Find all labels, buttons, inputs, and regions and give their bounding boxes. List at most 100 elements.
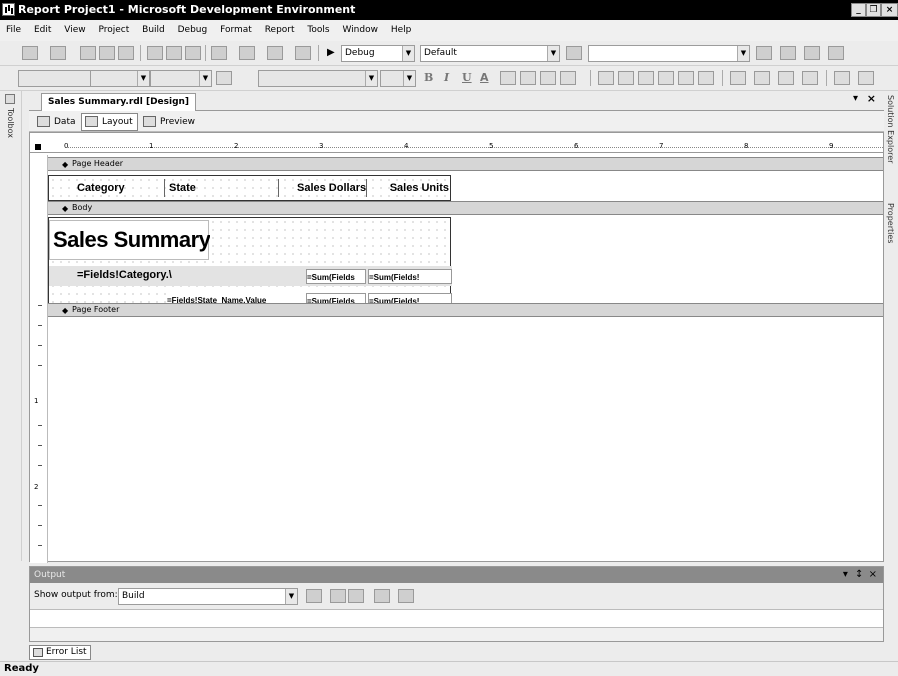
header-sales-dollars[interactable]: Sales Dollars [297,179,367,197]
add-item-icon[interactable] [50,46,66,60]
find-message-icon[interactable] [306,589,322,603]
start-debug-icon[interactable]: ▶ [327,47,335,58]
new-project-icon[interactable] [22,46,38,60]
clear-all-icon[interactable] [374,589,390,603]
open-file-icon[interactable] [80,46,96,60]
toolbox-tab[interactable]: Toolbox [6,108,15,138]
vertical-spacing-icon[interactable] [858,71,874,85]
header-category[interactable]: Category [77,179,165,197]
menu-edit[interactable]: Edit [29,20,56,41]
menu-view[interactable]: View [59,20,90,41]
font-select[interactable]: ▼ [90,70,150,87]
border-icon[interactable] [216,71,232,85]
tab-layout[interactable]: Layout [81,113,138,131]
paste-icon[interactable] [185,46,201,60]
right-panel-strip: Solution Explorer Properties [884,91,898,561]
make-same-width-icon[interactable] [730,71,746,85]
platform-select[interactable]: Default ▼ [420,45,560,62]
align-bottoms-icon[interactable] [698,71,714,85]
ruler-corner [35,144,41,150]
cut-icon[interactable] [147,46,163,60]
underline-button[interactable]: U [462,71,472,84]
align-lefts-icon[interactable] [598,71,614,85]
menu-project[interactable]: Project [93,20,134,41]
make-same-height-icon[interactable] [754,71,770,85]
category-field-cell[interactable]: =Fields!Category.\ [77,269,172,281]
window-position-icon[interactable]: ▾ [853,93,858,104]
error-list-tab[interactable]: Error List [29,645,91,660]
size-to-grid-icon[interactable] [802,71,818,85]
find-combo[interactable]: ▼ [588,45,750,62]
word-wrap-icon[interactable] [398,589,414,603]
border-width-select[interactable]: ▼ [380,70,416,87]
page-footer-band[interactable]: ◆ Page Footer [48,303,883,317]
border-style-select[interactable]: ▼ [258,70,378,87]
horizontal-spacing-icon[interactable] [834,71,850,85]
toolbox-icon[interactable] [5,94,15,104]
header-sales-units[interactable]: Sales Units [369,179,451,197]
font-color-button[interactable]: A [480,71,489,84]
undo-icon[interactable] [211,46,227,60]
report-formatting-toolbar: ▼ ▼ ▼ ▼ ▼ B I U A [0,66,898,91]
body-band[interactable]: ◆ Body [48,201,883,215]
navigate-backward-icon[interactable] [267,46,283,60]
align-rights-icon[interactable] [638,71,654,85]
menu-format[interactable]: Format [215,20,257,41]
report-body-area[interactable]: Sales Summary =Fields!Category.\ =Sum(Fi… [48,217,452,315]
save-icon[interactable] [99,46,115,60]
prev-message-icon[interactable] [330,589,346,603]
find-icon[interactable] [756,46,772,60]
designer-mode-tabs: Data Layout Preview [29,111,884,132]
header-state[interactable]: State [169,179,279,197]
page-header-band[interactable]: ◆ Page Header [48,157,883,171]
navigate-forward-icon[interactable] [295,46,311,60]
solution-config-select[interactable]: Debug ▼ [341,45,415,62]
properties-tab[interactable]: Properties [886,203,895,243]
menu-file[interactable]: File [0,20,26,41]
document-tab[interactable]: Sales Summary.rdl [Design] [41,93,197,111]
align-tops-icon[interactable] [658,71,674,85]
align-left-icon[interactable] [520,71,536,85]
italic-button[interactable]: I [444,71,449,84]
document-tab-strip: Sales Summary.rdl [Design] ▾ × [29,91,884,111]
save-all-icon[interactable] [118,46,134,60]
minimize-button[interactable]: _ [851,3,866,17]
bold-button[interactable]: B [424,71,433,84]
output-text-area[interactable] [30,609,883,627]
output-source-select[interactable]: Build ▼ [118,588,298,605]
menu-window[interactable]: Window [337,20,383,41]
group-row[interactable]: =Fields!Category.\ =Sum(Fields =Sum(Fiel… [49,266,452,286]
menu-report[interactable]: Report [260,20,300,41]
solution-explorer-icon[interactable] [780,46,796,60]
properties-icon[interactable] [804,46,820,60]
title-textbox[interactable]: Sales Summary [49,220,210,260]
align-centers-icon[interactable] [618,71,634,85]
menu-debug[interactable]: Debug [173,20,213,41]
close-document-icon[interactable]: × [867,92,876,105]
background-color-icon[interactable] [500,71,516,85]
toolbox-icon[interactable] [828,46,844,60]
group-sales-dollars-cell[interactable]: =Sum(Fields [306,269,366,284]
menu-help[interactable]: Help [386,20,417,41]
report-designer-surface[interactable]: 0 1 2 3 4 5 6 7 8 9 1 2 ◆ Page Header Cat… [29,132,884,563]
align-middles-icon[interactable] [678,71,694,85]
page-header-area[interactable]: Category State Sales Dollars Sales Units [48,175,451,201]
output-horizontal-scrollbar[interactable] [30,627,883,641]
align-center-icon[interactable] [540,71,556,85]
make-same-size-icon[interactable] [778,71,794,85]
menu-build[interactable]: Build [137,20,170,41]
find-in-files-icon[interactable] [566,46,582,60]
tab-preview[interactable]: Preview [139,113,200,131]
copy-icon[interactable] [166,46,182,60]
align-right-icon[interactable] [560,71,576,85]
close-button[interactable]: × [881,3,898,17]
output-window-controls[interactable]: ▾ ↕ × [843,567,877,583]
menu-tools[interactable]: Tools [302,20,334,41]
maximize-button[interactable]: ❐ [866,3,881,17]
solution-explorer-tab[interactable]: Solution Explorer [886,95,895,163]
next-message-icon[interactable] [348,589,364,603]
group-sales-units-cell[interactable]: =Sum(Fields! [368,269,452,284]
redo-icon[interactable] [239,46,255,60]
tab-data[interactable]: Data [33,113,81,131]
font-size-select[interactable]: ▼ [150,70,212,87]
